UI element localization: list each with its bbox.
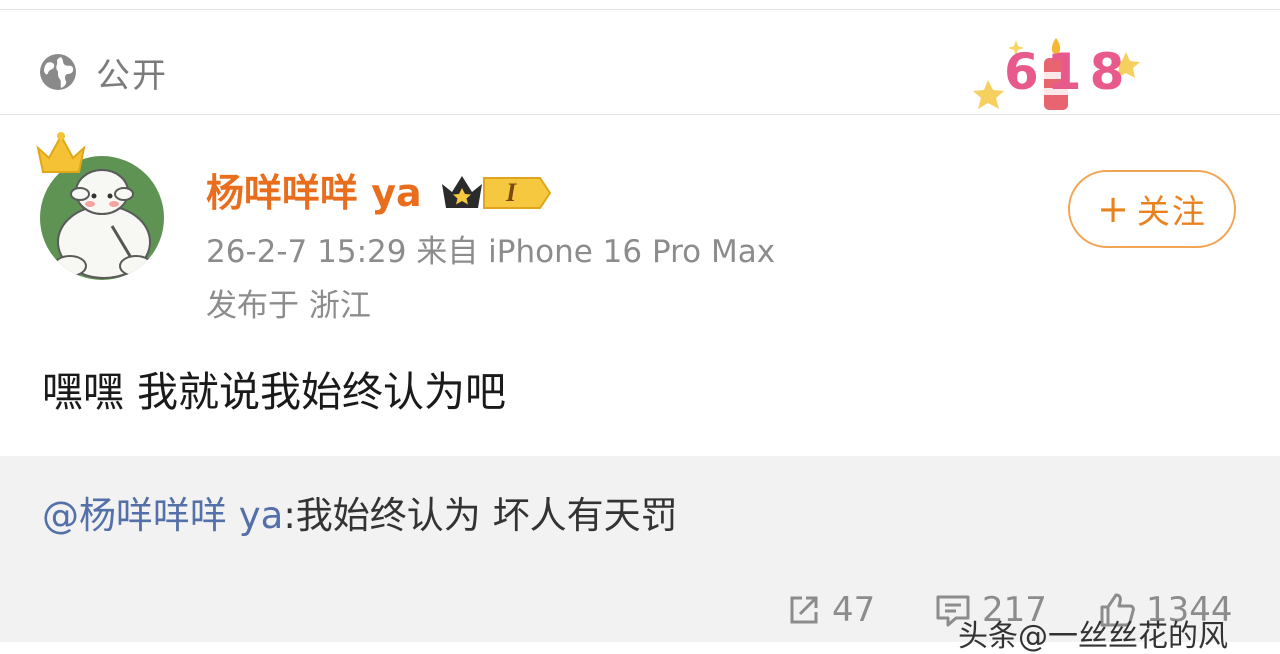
watermark: 头条@一丝丝花的风 bbox=[958, 619, 1228, 654]
post-timestamp-source: 26-2-7 15:29 来自 iPhone 16 Pro Max bbox=[206, 234, 776, 270]
share-icon bbox=[790, 596, 818, 624]
privacy-label: 公开 bbox=[96, 56, 168, 96]
mention-link[interactable]: @杨咩咩咩 ya bbox=[42, 494, 283, 537]
repost-container[interactable] bbox=[0, 456, 1280, 642]
badge-618-text: 618 bbox=[1004, 43, 1133, 101]
vip-badge[interactable]: I bbox=[440, 170, 552, 216]
repost-text-line[interactable]: @杨咩咩咩 ya:我始终认为 坏人有天罚 bbox=[42, 490, 678, 542]
vip-level: I bbox=[506, 178, 517, 207]
author-name[interactable]: 杨咩咩咩 ya bbox=[206, 170, 422, 216]
header-divider bbox=[0, 114, 1280, 115]
post-location: 发布于 浙江 bbox=[206, 288, 371, 324]
vip-crown-icon bbox=[442, 176, 552, 209]
follow-button[interactable]: + 关注 bbox=[1068, 170, 1236, 248]
globe-icon bbox=[40, 54, 76, 90]
follow-label: 关注 bbox=[1136, 192, 1207, 231]
plus-icon: + bbox=[1097, 187, 1131, 231]
post-body: 嘿嘿 我就说我始终认为吧 bbox=[42, 368, 507, 416]
privacy-bar[interactable]: 公开 618 bbox=[0, 10, 1280, 114]
share-count: 47 bbox=[832, 590, 876, 630]
crown-icon bbox=[36, 132, 86, 173]
share-button[interactable]: 47 bbox=[786, 588, 875, 632]
repost-text: :我始终认为 坏人有天罚 bbox=[283, 494, 678, 537]
